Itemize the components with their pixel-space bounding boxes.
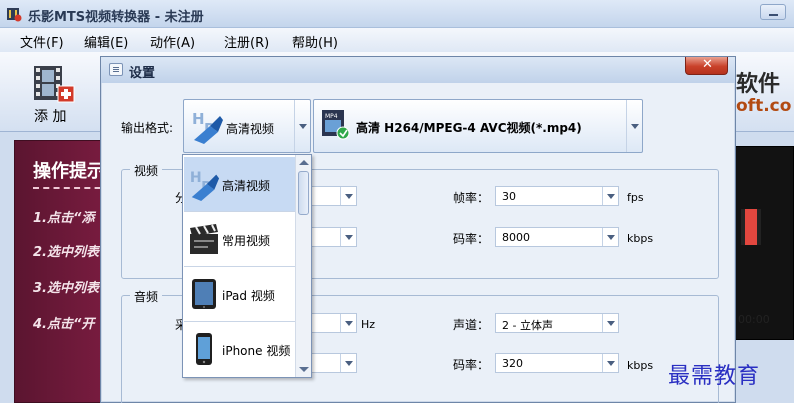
scroll-thumb[interactable]: [298, 171, 309, 215]
frame-rate-select[interactable]: 30: [495, 186, 619, 206]
audio-bitrate-label: 码率：: [453, 358, 490, 372]
video-bitrate-value: 8000: [502, 231, 530, 244]
audio-codec-select[interactable]: [311, 353, 357, 373]
dropdown-item-label: iPad 视频: [222, 289, 275, 303]
svg-text:H: H: [192, 110, 205, 128]
frame-rate-unit: fps: [627, 191, 644, 204]
chevron-down-icon[interactable]: [602, 187, 618, 205]
chevron-down-icon[interactable]: [602, 314, 618, 332]
ops-heading: 操作提示: [33, 161, 105, 182]
dropdown-item-iphone-video[interactable]: iPhone 视频: [184, 322, 296, 376]
chevron-down-icon[interactable]: [626, 100, 642, 152]
add-button-label: 添 加: [34, 109, 67, 125]
frame-rate-value: 30: [502, 190, 516, 203]
sample-rate-unit: Hz: [361, 318, 376, 331]
frame-rate-label: 帧率：: [453, 191, 490, 205]
brand-text: 软件: [736, 71, 781, 97]
window-titlebar: 乐影MTS视频转换器 - 未注册: [0, 0, 794, 28]
chevron-down-icon[interactable]: [340, 314, 356, 332]
ipad-icon: [192, 279, 216, 309]
dropdown-scrollbar[interactable]: [295, 155, 311, 377]
dropdown-item-label: 高清视频: [222, 179, 271, 193]
chevron-down-icon[interactable]: [602, 354, 618, 372]
audio-bitrate-select[interactable]: 320: [495, 353, 619, 373]
mp4-file-icon: MP4: [322, 110, 350, 140]
ops-step: 1.点击“添: [33, 211, 95, 226]
watermark: 最需教育: [668, 364, 761, 389]
ops-step: 3.选中列表: [33, 281, 99, 296]
minimize-button[interactable]: [760, 4, 786, 20]
scroll-up-icon[interactable]: [299, 160, 309, 165]
video-bitrate-label: 码率：: [453, 232, 490, 246]
dropdown-item-common-video[interactable]: 常用视频: [184, 212, 296, 266]
format-detail-select[interactable]: MP4 高清 H264/MPEG-4 AVC视频(*.mp4): [313, 99, 643, 153]
add-button[interactable]: 添 加: [14, 58, 94, 126]
window-title: 乐影MTS视频转换器 - 未注册: [28, 10, 204, 25]
video-preview: [734, 146, 794, 340]
dropdown-item-hd-video[interactable]: H D 高清视频: [184, 157, 296, 211]
dialog-menu-icon[interactable]: [109, 63, 123, 76]
menu-register[interactable]: 注册(R): [224, 32, 269, 51]
dropdown-item-label: 常用视频: [222, 234, 271, 248]
dialog-title: 设置: [129, 66, 156, 81]
video-codec-select[interactable]: [311, 227, 357, 247]
svg-text:H: H: [190, 170, 202, 186]
clapperboard-icon: [190, 224, 218, 254]
menu-edit[interactable]: 编辑(E): [84, 32, 128, 51]
add-film-icon: [34, 66, 75, 103]
output-format-label: 输出格式:: [121, 121, 174, 135]
video-size-select[interactable]: [311, 186, 357, 206]
channel-value: 2 - 立体声: [502, 319, 553, 332]
scroll-down-icon[interactable]: [299, 367, 309, 372]
channel-label: 声道：: [453, 318, 490, 332]
format-detail-value: 高清 H264/MPEG-4 AVC视频(*.mp4): [356, 121, 582, 135]
svg-text:MP4: MP4: [325, 113, 338, 120]
chevron-down-icon[interactable]: [340, 228, 356, 246]
menu-help[interactable]: 帮助(H): [292, 32, 338, 51]
chevron-down-icon[interactable]: [294, 100, 310, 152]
chevron-down-icon[interactable]: [340, 354, 356, 372]
iphone-icon: [196, 333, 212, 365]
time-readout: 00:00: [738, 313, 770, 326]
close-icon: ✕: [702, 57, 713, 72]
menu-action[interactable]: 动作(A): [150, 32, 195, 51]
chevron-down-icon[interactable]: [340, 187, 356, 205]
brand-url: oft.co: [736, 96, 792, 116]
menu-bar: 文件(F) 编辑(E) 动作(A) 注册(R) 帮助(H): [0, 28, 794, 52]
hd-video-icon: H D: [192, 110, 223, 144]
format-category-dropdown: H D 高清视频 常用视频 iPad 视频 iPh: [182, 154, 312, 378]
close-button[interactable]: ✕: [685, 57, 728, 75]
dropdown-item-label: iPhone 视频: [222, 344, 291, 358]
dropdown-item-ipad-video[interactable]: iPad 视频: [184, 267, 296, 321]
format-category-select[interactable]: H D 高清视频: [183, 99, 311, 153]
film-icon: [741, 209, 761, 245]
channel-select[interactable]: 2 - 立体声: [495, 313, 619, 333]
app-icon: [7, 8, 22, 22]
chevron-down-icon[interactable]: [602, 228, 618, 246]
audio-bitrate-unit: kbps: [627, 359, 654, 372]
audio-group-label: 音频: [130, 288, 163, 305]
audio-bitrate-value: 320: [502, 357, 523, 370]
format-category-value: 高清视频: [226, 122, 275, 136]
ops-step: 4.点击“开: [33, 317, 95, 332]
video-bitrate-select[interactable]: 8000: [495, 227, 619, 247]
video-group-label: 视频: [130, 162, 163, 179]
dialog-titlebar: 设置 ✕: [101, 57, 735, 83]
sample-rate-select[interactable]: [311, 313, 357, 333]
ops-step: 2.选中列表: [33, 245, 99, 260]
menu-file[interactable]: 文件(F): [20, 32, 64, 51]
hd-video-icon: H D: [190, 170, 220, 201]
video-bitrate-unit: kbps: [627, 232, 654, 245]
